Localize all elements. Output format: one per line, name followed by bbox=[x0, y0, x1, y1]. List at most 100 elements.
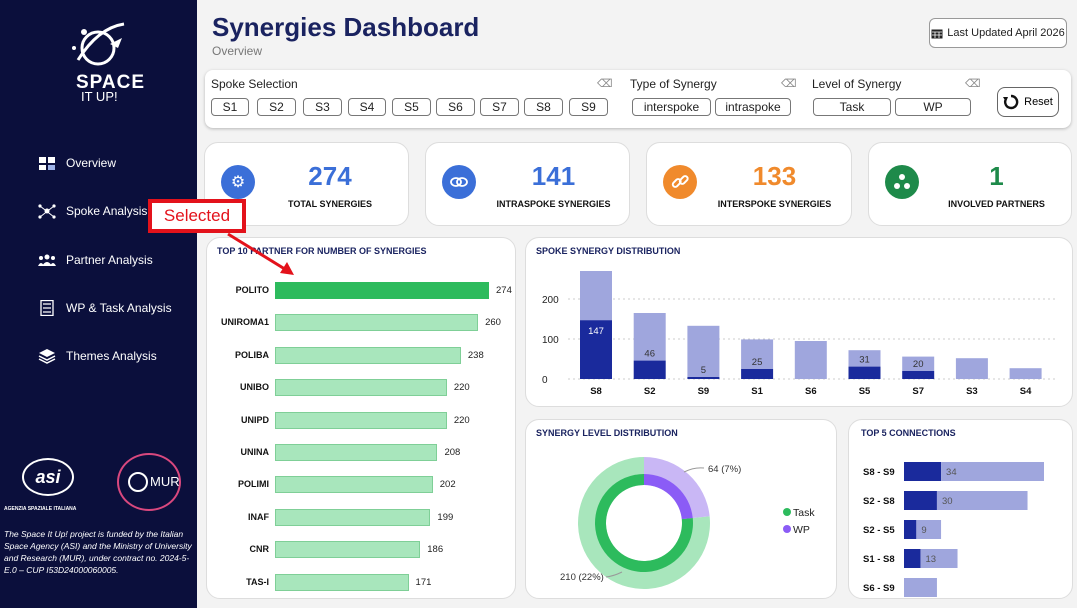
logo-text-sub: IT UP! bbox=[81, 89, 118, 104]
x-tick-label: S6 bbox=[805, 386, 817, 397]
partner-bar[interactable] bbox=[275, 444, 438, 461]
top-partners-panel: TOP 10 PARTNER FOR NUMBER OF SYNERGIES P… bbox=[206, 237, 516, 599]
sidebar-item-spoke-analysis[interactable]: Spoke Analysis bbox=[38, 203, 147, 219]
y-tick-label: 0 bbox=[542, 375, 548, 386]
partner-bar[interactable] bbox=[275, 411, 447, 429]
sidebar-item-overview[interactable]: Overview bbox=[38, 155, 116, 171]
partner-value-label: 238 bbox=[467, 349, 484, 361]
connection-label: S2 - S8 bbox=[863, 496, 895, 507]
partner-label: UNIPD bbox=[240, 414, 269, 425]
spoke-bar-segment bbox=[794, 341, 827, 379]
spoke-bar-segment bbox=[687, 377, 720, 379]
calendar-icon bbox=[931, 29, 943, 38]
spoke-chip-s1[interactable]: S1 bbox=[211, 98, 249, 116]
partner-label: TAS-I bbox=[246, 576, 269, 587]
sidebar: SPACE IT UP! Overview Spoke Analysis Par… bbox=[0, 0, 197, 608]
partner-bar[interactable] bbox=[275, 346, 461, 364]
sidebar-item-partner-analysis[interactable]: Partner Analysis bbox=[38, 252, 153, 268]
mur-emblem-icon bbox=[128, 472, 148, 492]
partner-label: UNIBO bbox=[240, 382, 269, 393]
partner-bar[interactable] bbox=[275, 573, 409, 591]
partner-value-label: 202 bbox=[439, 479, 456, 491]
partner-bar[interactable] bbox=[275, 476, 433, 494]
spoke-data-label: 5 bbox=[701, 365, 706, 376]
spoke-data-label: 25 bbox=[752, 357, 763, 368]
sidebar-item-label: Overview bbox=[66, 156, 117, 170]
clear-spoke-filter-icon[interactable]: ⌫ bbox=[597, 77, 613, 90]
gears-icon: ⚙ bbox=[221, 165, 255, 199]
partner-bar[interactable] bbox=[275, 314, 479, 332]
partner-bar[interactable] bbox=[275, 379, 447, 397]
top-connections-panel: TOP 5 CONNECTIONS S8 - S9 34 S2 - S8 30 S2 -… bbox=[848, 419, 1073, 599]
partner-label: UNINA bbox=[240, 447, 270, 457]
spoke-chip-s8[interactable]: S8 bbox=[524, 98, 563, 116]
partner-value-label: 220 bbox=[453, 382, 470, 394]
partner-value-label: 274 bbox=[496, 285, 512, 296]
connection-bar-segment bbox=[904, 462, 942, 481]
kpi-value: 141 bbox=[531, 161, 576, 191]
spoke-data-label: 20 bbox=[913, 359, 924, 370]
connection-bar-segment bbox=[904, 578, 937, 597]
partner-bar[interactable] bbox=[275, 541, 421, 559]
partner-bar[interactable] bbox=[275, 508, 431, 526]
partner-label: UNIROMA1 bbox=[220, 317, 269, 328]
selected-annotation: Selected bbox=[148, 199, 246, 233]
donut-label-wp: 64 (7%) bbox=[708, 464, 741, 475]
spoke-bar-segment bbox=[633, 360, 666, 379]
kpi-card-interspoke: 133 INTERSPOKE SYNERGIES bbox=[646, 142, 852, 226]
kpi-value: 274 bbox=[308, 161, 352, 191]
level-chip-wp[interactable]: WP bbox=[895, 98, 971, 116]
spoke-bar-segment bbox=[580, 271, 612, 321]
sidebar-item-wp-task-analysis[interactable]: WP & Task Analysis bbox=[38, 300, 172, 316]
partner-label: CNR bbox=[249, 544, 270, 555]
spoke-distribution-panel: SPOKE SYNERGY DISTRIBUTION 0 100 200 147 S8 4… bbox=[525, 237, 1073, 407]
spoke-chip-s3[interactable]: S3 bbox=[303, 98, 342, 116]
spoke-bar-segment bbox=[1009, 368, 1042, 379]
spoke-bar-segment bbox=[955, 358, 988, 379]
asi-logo: asi bbox=[22, 458, 74, 496]
last-updated-badge: Last Updated April 2026 bbox=[929, 18, 1067, 48]
spoke-bar-segment bbox=[848, 366, 881, 379]
spoke-bar-segment bbox=[741, 369, 774, 379]
spoke-chip-s9[interactable]: S9 bbox=[569, 98, 608, 116]
spoke-chip-s6[interactable]: S6 bbox=[436, 98, 475, 116]
connection-label: S6 - S9 bbox=[863, 583, 895, 594]
group-icon bbox=[885, 165, 919, 199]
spoke-distribution-chart: 0 100 200 147 S8 46 S2 5 S9 25 S1 S6 31 S5 20 S7 S3 S4 bbox=[542, 271, 1058, 397]
legend-label: WP bbox=[793, 524, 810, 536]
partner-bar[interactable] bbox=[275, 282, 489, 299]
spoke-chip-s2[interactable]: S2 bbox=[257, 98, 296, 116]
reset-icon bbox=[1003, 94, 1019, 110]
network-icon bbox=[38, 204, 56, 219]
checklist-icon bbox=[40, 300, 54, 316]
partner-label: INAF bbox=[248, 511, 269, 522]
connection-label: S8 - S9 bbox=[863, 467, 895, 478]
reset-button[interactable]: Reset bbox=[997, 87, 1059, 117]
clear-type-filter-icon[interactable]: ⌫ bbox=[781, 77, 797, 90]
type-of-synergy-label: Type of Synergy bbox=[630, 77, 717, 91]
level-chip-task[interactable]: Task bbox=[813, 98, 891, 116]
sidebar-item-themes-analysis[interactable]: Themes Analysis bbox=[38, 348, 157, 364]
x-tick-label: S9 bbox=[698, 386, 710, 397]
connection-data-label: 34 bbox=[946, 467, 957, 478]
spoke-chip-s7[interactable]: S7 bbox=[480, 98, 519, 116]
asi-caption: AGENZIA SPAZIALE ITALIANA bbox=[4, 506, 77, 512]
page-title: Synergies Dashboard bbox=[212, 12, 480, 42]
x-tick-label: S4 bbox=[1020, 386, 1032, 397]
top-connections-chart: S8 - S9 34 S2 - S8 30 S2 - S5 9 S1 - S8 13 S6 - … bbox=[863, 462, 1044, 597]
sidebar-item-label: Spoke Analysis bbox=[66, 204, 148, 218]
legend-marker bbox=[783, 525, 791, 533]
partner-value-label: 199 bbox=[437, 511, 454, 523]
connection-data-label: 9 bbox=[921, 525, 926, 536]
spoke-chip-s4[interactable]: S4 bbox=[348, 98, 386, 116]
mur-logo-text: MUR bbox=[150, 474, 180, 489]
reset-label: Reset bbox=[1024, 96, 1053, 108]
legend-label: Task bbox=[793, 507, 815, 519]
type-chip-intraspoke[interactable]: intraspoke bbox=[715, 98, 791, 116]
x-tick-label: S3 bbox=[966, 386, 978, 397]
y-tick-label: 200 bbox=[542, 295, 559, 306]
clear-level-filter-icon[interactable]: ⌫ bbox=[965, 77, 981, 90]
type-chip-interspoke[interactable]: interspoke bbox=[632, 98, 711, 116]
spoke-chip-s5[interactable]: S5 bbox=[392, 98, 431, 116]
kpi-value: 133 bbox=[752, 161, 797, 191]
